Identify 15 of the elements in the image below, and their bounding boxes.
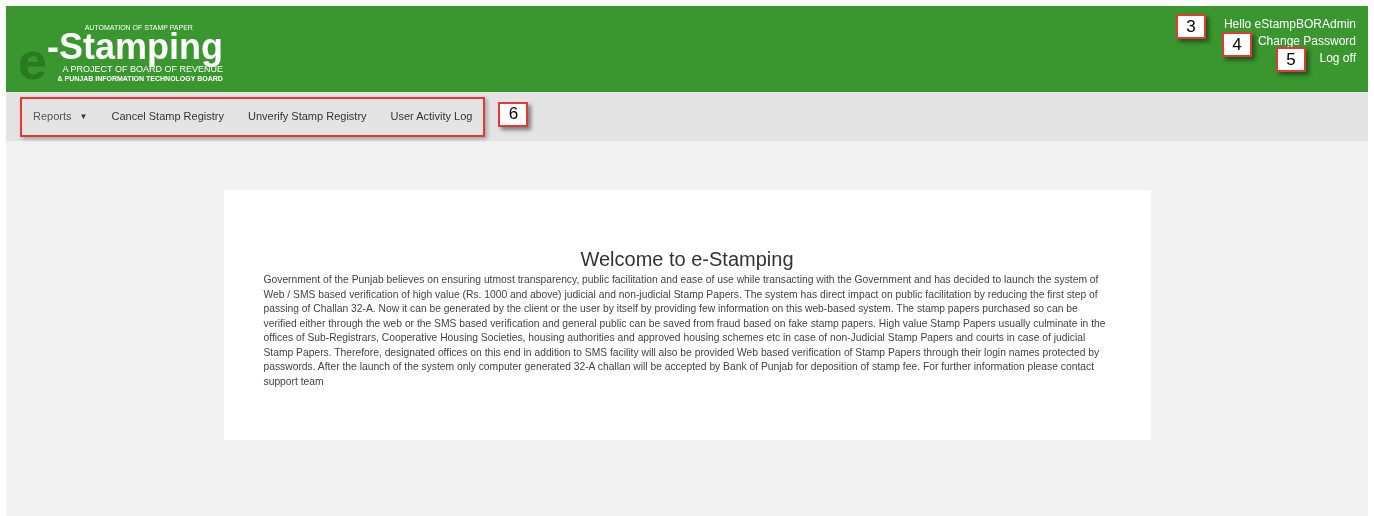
- nav-dropdown[interactable]: Reports ▼: [33, 108, 88, 125]
- user-link[interactable]: Log off: [1319, 50, 1356, 67]
- callout-label: 4: [1222, 32, 1252, 57]
- menu-label: Reports: [33, 109, 72, 125]
- callout-label: 3: [1176, 14, 1206, 39]
- greeting-text: Hello eStampBORAdmin: [1223, 16, 1356, 33]
- nav-link[interactable]: User Activity Log: [390, 108, 473, 125]
- welcome-title: Welcome to e-Stamping: [579, 247, 795, 272]
- callout-label: 6: [498, 101, 529, 127]
- nav-link[interactable]: Cancel Stamp Registry: [111, 108, 224, 125]
- welcome-paragraph: Government of the Punjab believes on ensuring utmost transparency, public facilitation and ease of use while transacting with the Government and has decided to launch the system of Web / SMS based verification of high value (Rs. 1000 and above) judicial and non-judicial Stamp Papers. The system has direct impact on public facilitation by reducing the first step of passing of Challan 32-A. Now it can be generated by the client or the user by itself by providing few information on this web-based system. The stamp papers purchased so can be verified either through the web or the SMS based verification and general public can be saved from fraud based on fake stamp papers. High value Stamp Papers usually culminate in the offices of Sub-Registrars, Cooperative Housing Societies, housing authorities and approved housing schemes etc in case of non-Judicial Stamp Papers and courts in case of judicial Stamp Papers. Therefore, designated offices on this end in addition to SMS facility will also be provided Web based verification of Stamp Papers through their login names protected by passwords. After the launch of the system only computer generated 32-A challan will be accepted by Bank of Punjab for deposition of stamp fee. For further information please contact support team: [263, 273, 1107, 389]
- user-link[interactable]: Change Password: [1257, 33, 1356, 50]
- caret-icon: ▼: [79, 110, 88, 123]
- callout-label: 5: [1276, 47, 1306, 72]
- nav-link[interactable]: Unverify Stamp Registry: [247, 108, 367, 125]
